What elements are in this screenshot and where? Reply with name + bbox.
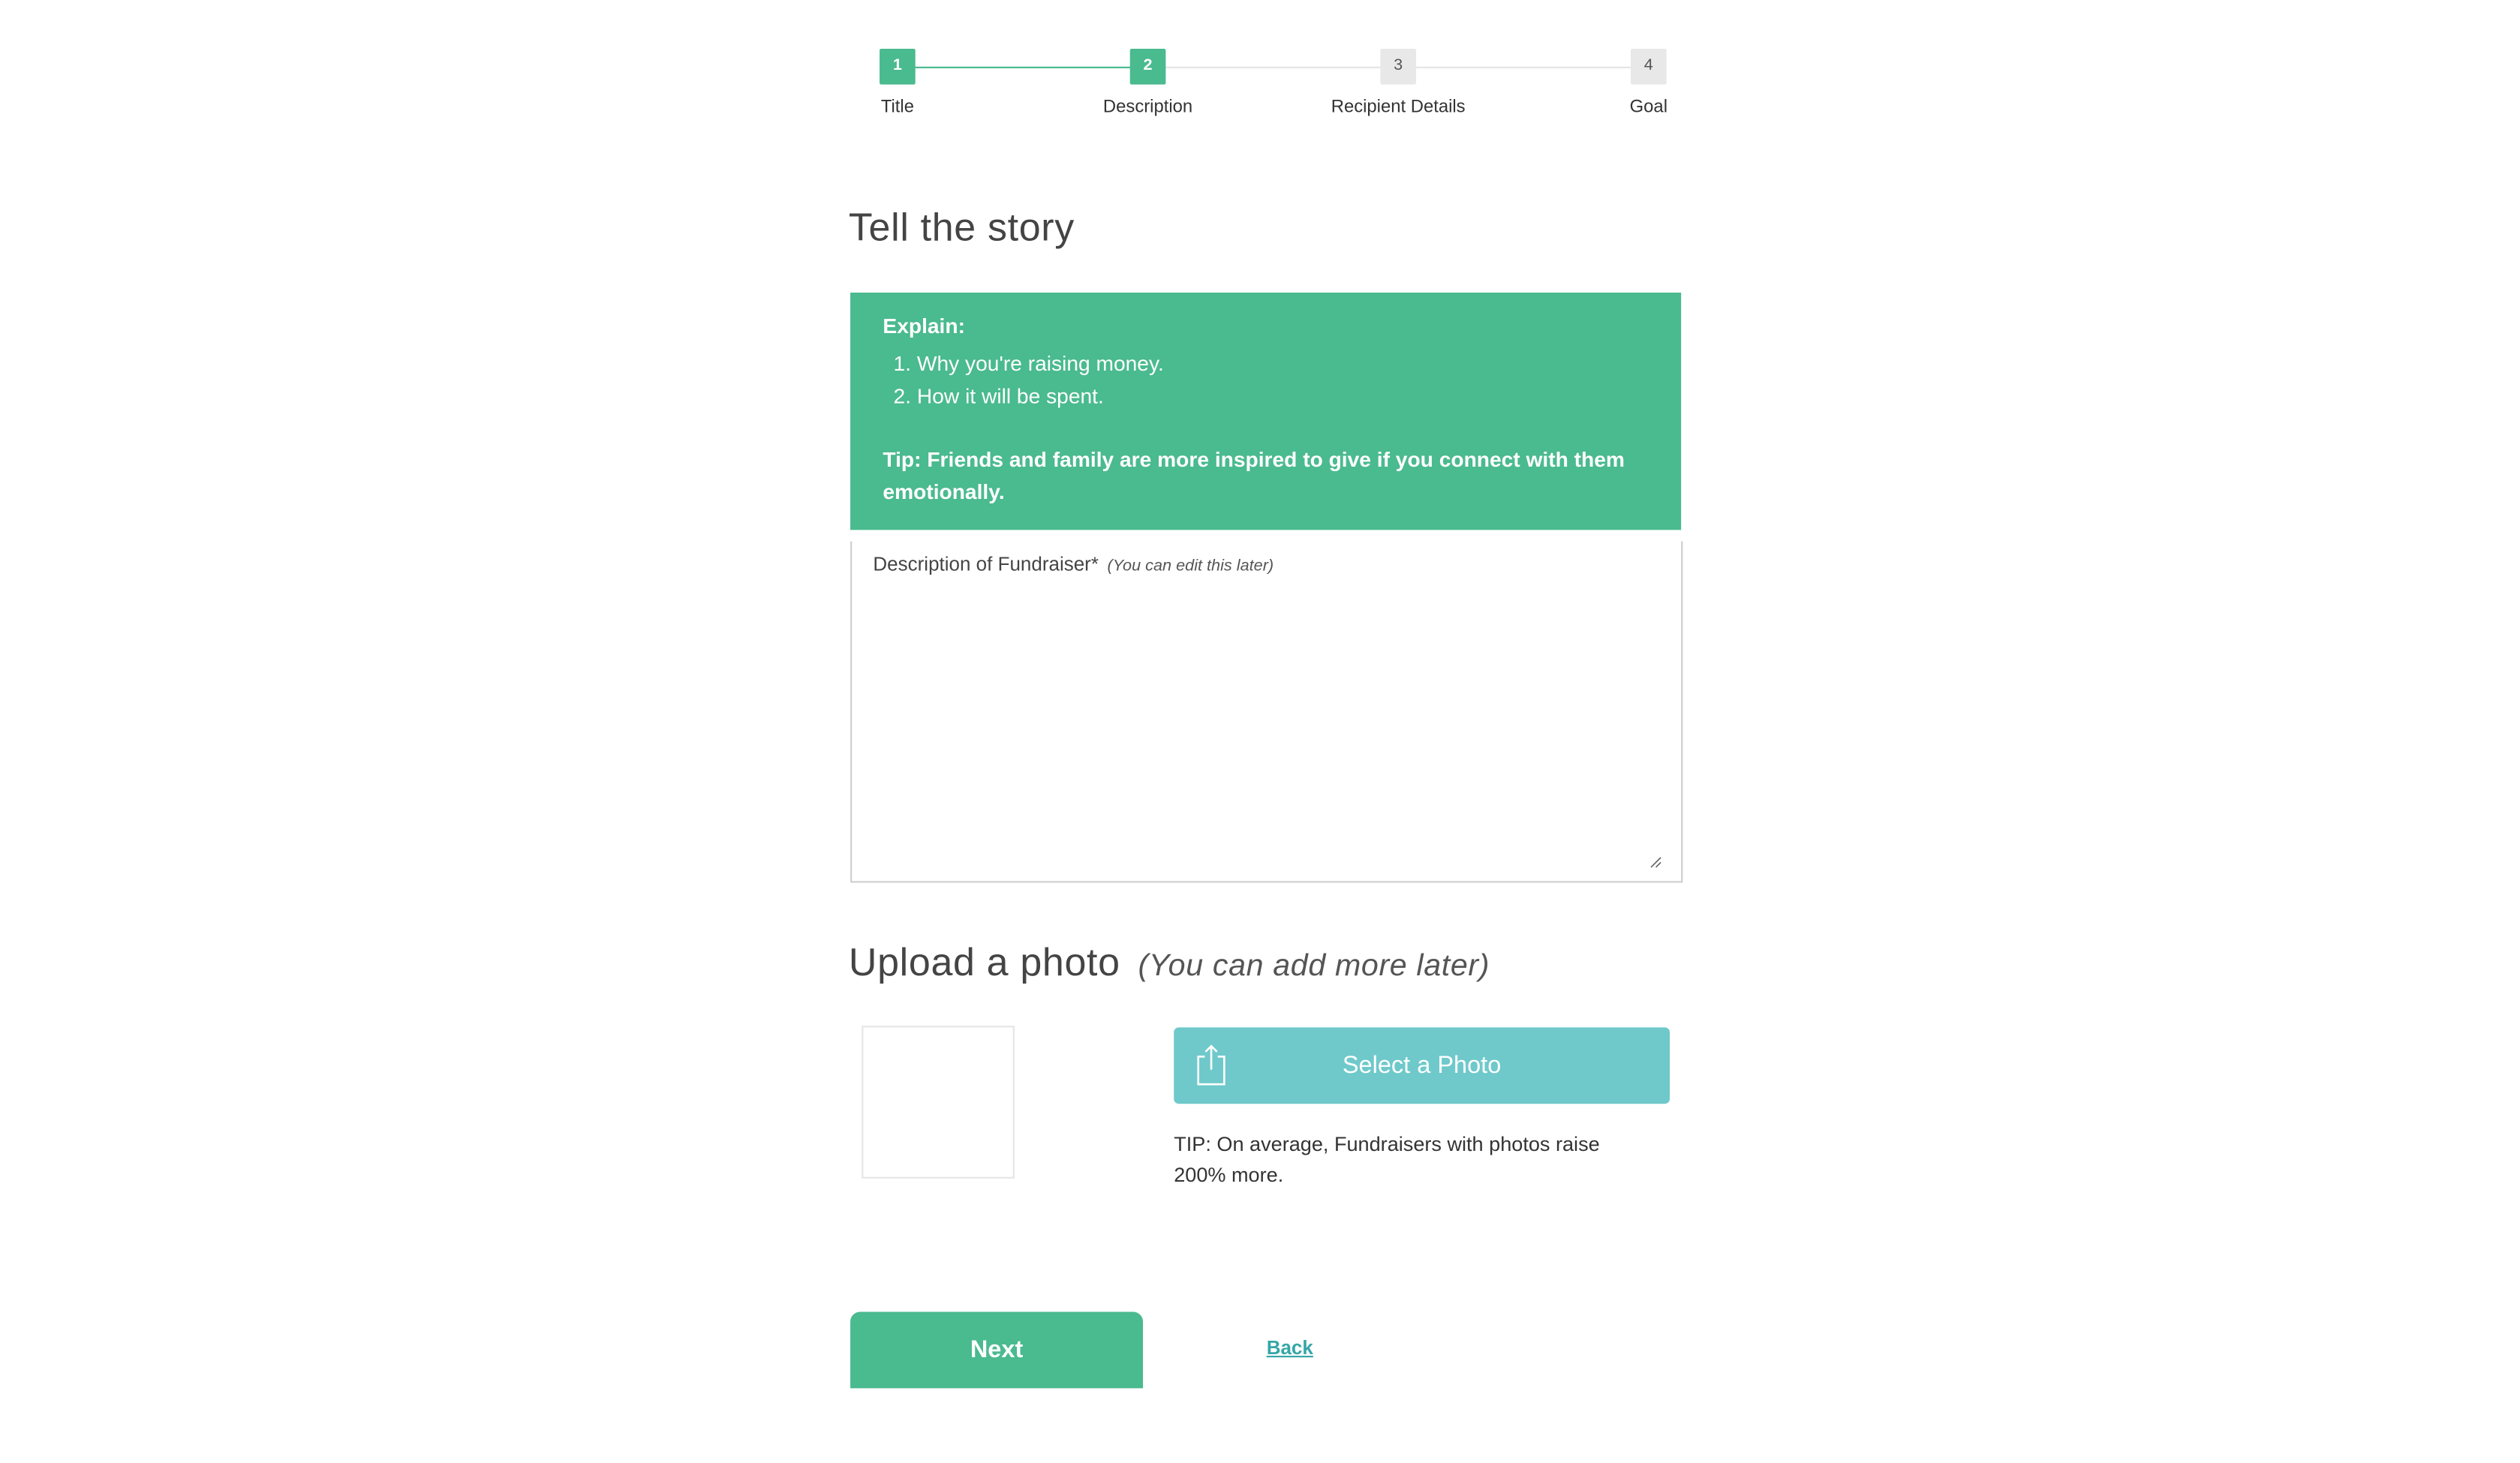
- back-link[interactable]: Back: [1267, 1336, 1313, 1359]
- explain-list: Why you're raising money. How it will be…: [883, 348, 1648, 413]
- description-label: Description of Fundraiser* (You can edit…: [873, 553, 1274, 575]
- step-2-label: Description: [1102, 98, 1193, 118]
- step-3-label: Recipient Details: [1331, 98, 1466, 118]
- description-textarea[interactable]: Description of Fundraiser* (You can edit…: [850, 541, 1683, 883]
- step-connector-complete: [915, 66, 1132, 69]
- step-1-marker[interactable]: 1: [880, 49, 916, 85]
- story-heading: Tell the story: [848, 206, 1075, 251]
- explain-panel: Explain: Why you're raising money. How i…: [850, 293, 1682, 530]
- step-3-marker: 3: [1380, 49, 1417, 85]
- next-button[interactable]: Next: [850, 1311, 1144, 1389]
- photo-heading-sub: (You can add more later): [1138, 949, 1490, 984]
- step-4-label: Goal: [1629, 98, 1668, 118]
- photo-heading: Upload a photo (You can add more later): [849, 942, 1490, 987]
- step-4-marker: 4: [1630, 49, 1667, 85]
- photo-heading-text: Upload a photo: [848, 941, 1120, 986]
- step-2-marker[interactable]: 2: [1129, 49, 1166, 85]
- resize-handle-icon[interactable]: [1650, 857, 1661, 868]
- explain-title: Explain:: [883, 314, 965, 338]
- progress-stepper: 1 2 3 4 Title Description Recipient Deta…: [0, 0, 2520, 146]
- select-photo-button[interactable]: Select a Photo: [1174, 1027, 1670, 1104]
- explain-item: Why you're raising money.: [917, 348, 1649, 380]
- photo-tip: TIP: On average, Fundraisers with photos…: [1174, 1133, 1600, 1186]
- description-hint: (You can edit this later): [1107, 557, 1274, 576]
- step-connector-upcoming: [1165, 66, 1382, 69]
- step-connector-upcoming: [1416, 66, 1633, 69]
- photo-preview: [862, 1026, 1015, 1179]
- select-photo-label: Select a Photo: [1342, 1051, 1502, 1080]
- explain-item: How it will be spent.: [917, 380, 1649, 413]
- step-1-label: Title: [880, 98, 914, 118]
- explain-tip: Tip: Friends and family are more inspire…: [883, 446, 1625, 504]
- description-label-text: Description of Fundraiser*: [873, 552, 1099, 576]
